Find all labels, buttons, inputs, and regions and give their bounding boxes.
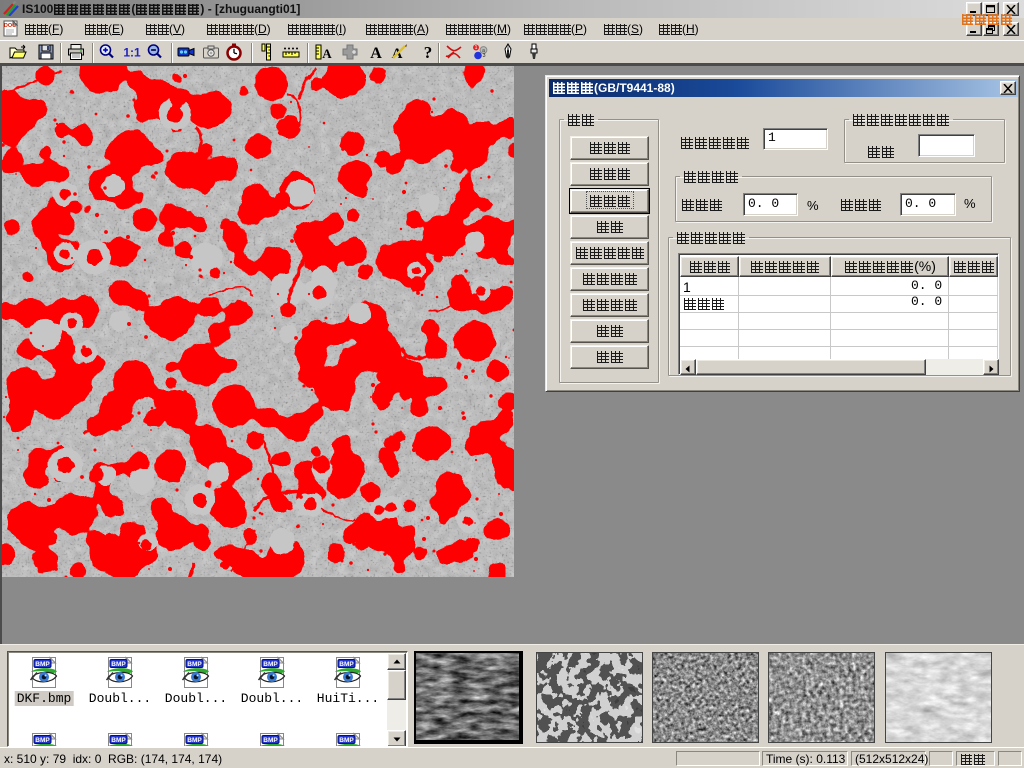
svg-text:1: 1 [475,45,478,51]
svg-text:A: A [370,45,382,62]
svg-text:DOC: DOC [4,23,16,29]
svg-text:BMP: BMP [187,737,202,744]
svg-text:BMP: BMP [35,737,50,744]
svg-text:BMP: BMP [339,661,354,668]
svg-text:A: A [322,46,332,61]
svg-text:BMP: BMP [187,661,202,668]
svg-text:BMP: BMP [111,737,126,744]
svg-text:BMP: BMP [263,661,278,668]
svg-text:1:1: 1:1 [123,46,141,60]
svg-text:BMP: BMP [339,737,354,744]
svg-text:3: 3 [482,53,485,59]
svg-text:BMP: BMP [35,661,50,668]
svg-text:?: ? [424,43,433,62]
svg-text:BMP: BMP [263,737,278,744]
svg-text:BMP: BMP [111,661,126,668]
